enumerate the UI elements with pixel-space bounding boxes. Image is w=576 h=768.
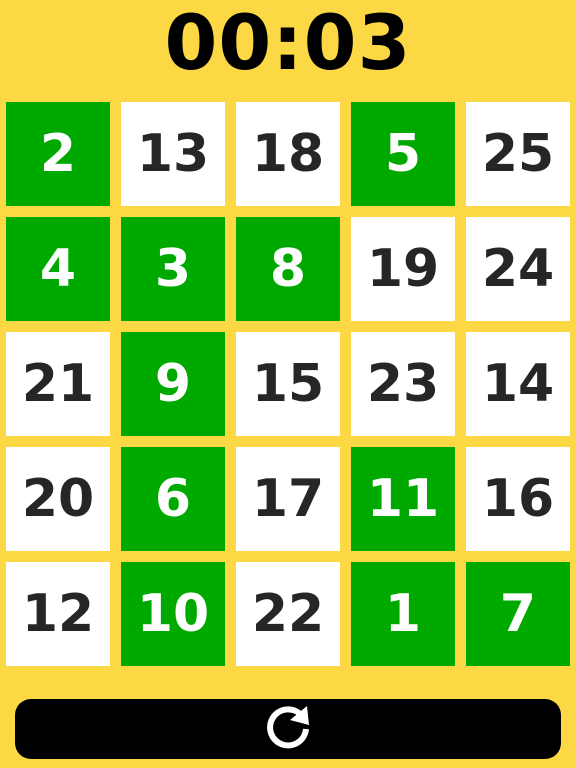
grid-tile[interactable]: 8 (236, 217, 340, 321)
grid-tile[interactable]: 10 (121, 562, 225, 666)
grid-tile[interactable]: 5 (351, 102, 455, 206)
grid-tile[interactable]: 17 (236, 447, 340, 551)
grid-tile[interactable]: 13 (121, 102, 225, 206)
grid-tile[interactable]: 7 (466, 562, 570, 666)
grid-tile[interactable]: 25 (466, 102, 570, 206)
grid-tile[interactable]: 4 (6, 217, 110, 321)
grid-tile[interactable]: 21 (6, 332, 110, 436)
grid-tile[interactable]: 14 (466, 332, 570, 436)
grid-tile[interactable]: 1 (351, 562, 455, 666)
grid-tile[interactable]: 20 (6, 447, 110, 551)
grid-tile[interactable]: 16 (466, 447, 570, 551)
grid-tile[interactable]: 22 (236, 562, 340, 666)
grid-tile[interactable]: 23 (351, 332, 455, 436)
grid-tile[interactable]: 18 (236, 102, 340, 206)
grid-tile[interactable]: 6 (121, 447, 225, 551)
number-grid: 2 13 18 5 25 4 3 8 19 24 21 9 15 23 14 2… (6, 102, 570, 666)
grid-tile[interactable]: 12 (6, 562, 110, 666)
grid-tile[interactable]: 19 (351, 217, 455, 321)
timer-display: 00:03 (164, 0, 412, 87)
grid-tile[interactable]: 3 (121, 217, 225, 321)
grid-tile[interactable]: 2 (6, 102, 110, 206)
grid-tile[interactable]: 24 (466, 217, 570, 321)
grid-tile[interactable]: 11 (351, 447, 455, 551)
refresh-icon (261, 702, 315, 756)
grid-tile[interactable]: 15 (236, 332, 340, 436)
restart-button[interactable] (15, 699, 561, 759)
grid-tile[interactable]: 9 (121, 332, 225, 436)
